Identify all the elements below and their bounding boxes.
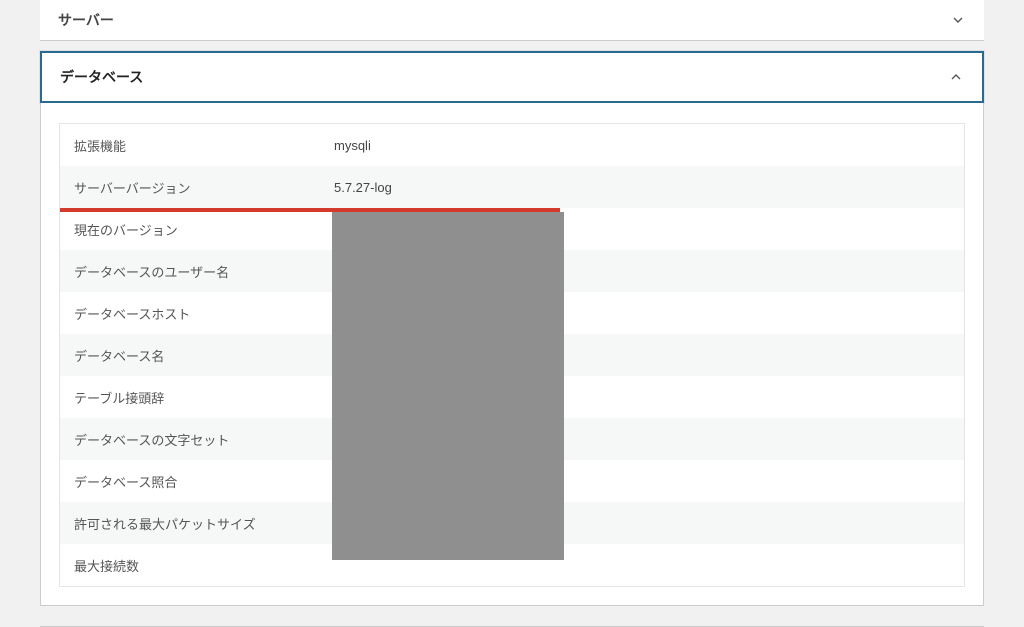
database-title: データベース [60, 67, 143, 87]
row-label: データベース名 [74, 346, 334, 365]
row-label: 拡張機能 [74, 136, 334, 155]
server-title: サーバー [58, 10, 114, 30]
row-label: データベースの文字セット [74, 430, 334, 449]
row-label: 最大接続数 [74, 556, 334, 575]
chevron-up-icon [948, 69, 964, 85]
table-row: 拡張機能 mysqli [60, 124, 964, 166]
table-row: サーバーバージョン 5.7.27-log [60, 166, 964, 208]
database-panel: 拡張機能 mysqli サーバーバージョン 5.7.27-log 現在のバージョ… [40, 103, 984, 606]
database-table: 拡張機能 mysqli サーバーバージョン 5.7.27-log 現在のバージョ… [59, 123, 965, 587]
row-label: データベースのユーザー名 [74, 262, 334, 281]
row-value: mysqli [334, 138, 371, 153]
row-label: 許可される最大パケットサイズ [74, 514, 334, 533]
accordion-header-database[interactable]: データベース [40, 51, 984, 103]
row-label: データベース照合 [74, 472, 334, 491]
row-label: 現在のバージョン [74, 220, 334, 239]
row-value: 5.7.27-log [334, 180, 392, 195]
row-label: データベースホスト [74, 304, 334, 323]
accordion-header-server[interactable]: サーバー [40, 0, 984, 41]
row-label: サーバーバージョン [74, 178, 334, 197]
row-label: テーブル接頭辞 [74, 388, 334, 407]
chevron-down-icon [950, 12, 966, 28]
redaction-overlay [332, 212, 564, 560]
